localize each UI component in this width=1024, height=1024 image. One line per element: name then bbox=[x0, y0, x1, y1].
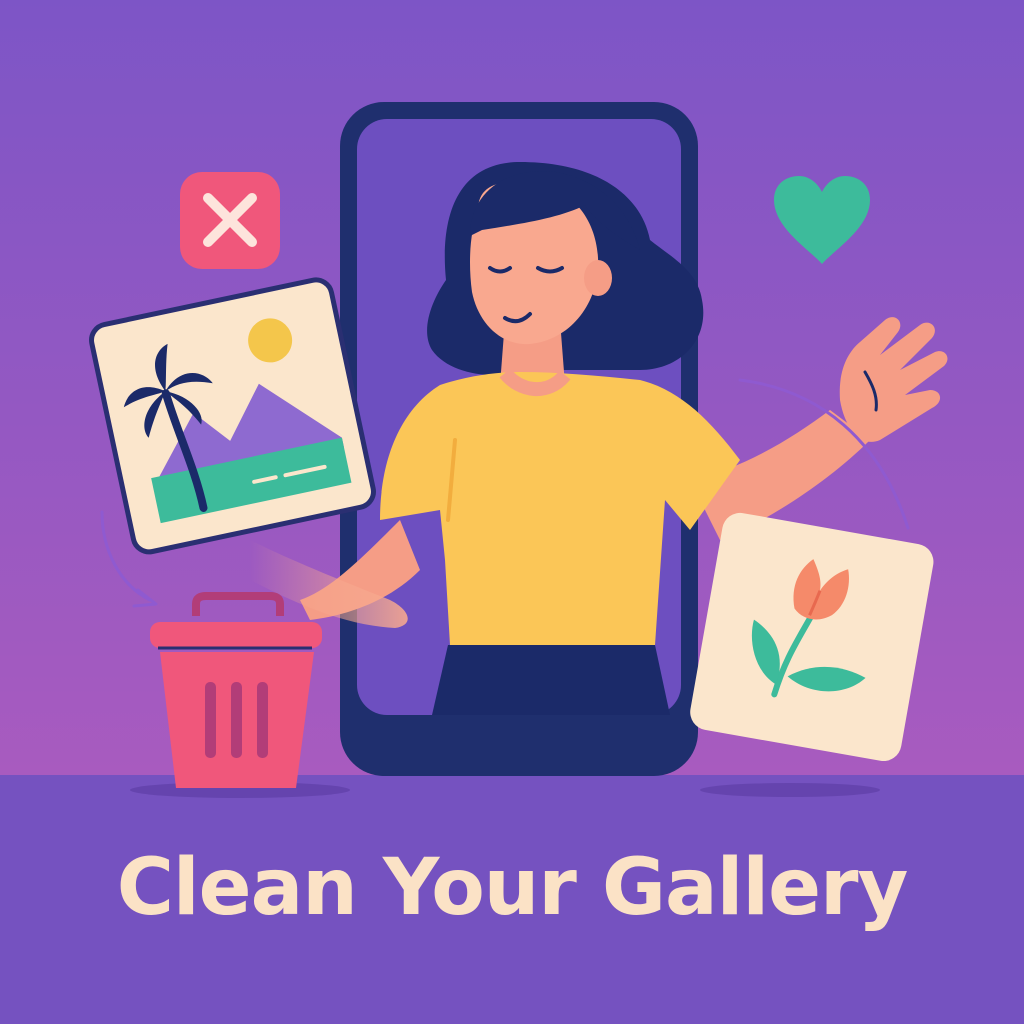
illustration-canvas: Clean Your Gallery bbox=[0, 0, 1024, 1024]
headline: Clean Your Gallery bbox=[116, 843, 909, 933]
landscape-photo-icon bbox=[89, 277, 376, 555]
navy-pants bbox=[432, 645, 670, 715]
card-shadow bbox=[700, 783, 880, 797]
trash-bin-icon bbox=[150, 592, 322, 788]
tulip-photo-icon bbox=[690, 512, 934, 762]
close-x-icon bbox=[180, 172, 280, 269]
